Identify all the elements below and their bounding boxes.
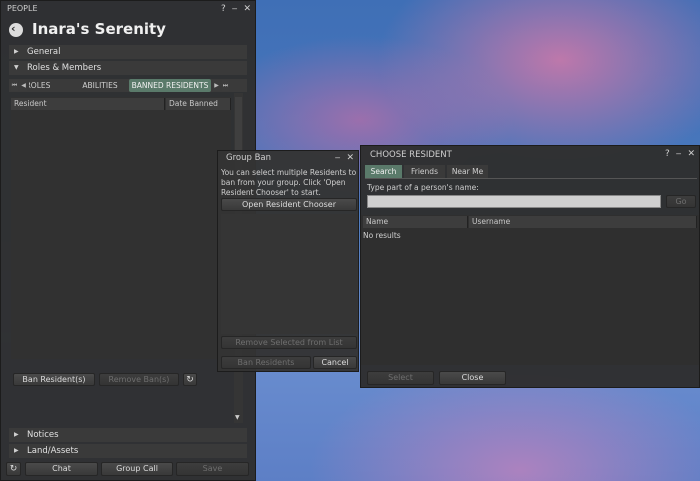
open-resident-chooser-button[interactable]: Open Resident Chooser xyxy=(221,198,357,211)
open-resident-chooser-label: Open Resident Chooser xyxy=(242,200,336,209)
tab-roles-label: ROLES xyxy=(29,81,51,90)
save-button-label: Save xyxy=(202,464,223,473)
collapse-icon: ▼ xyxy=(14,64,19,71)
name-search-input[interactable] xyxy=(367,195,661,208)
refresh-icon: ↻ xyxy=(186,375,194,385)
ban-residents-button-label: Ban Resident(s) xyxy=(22,375,86,384)
close-button-label: Close xyxy=(461,373,484,382)
remove-selected-label: Remove Selected from List xyxy=(235,338,343,347)
group-call-button[interactable]: Group Call xyxy=(101,462,173,476)
group-name: Inara's Serenity xyxy=(32,20,166,38)
tab-scroll-last-icon[interactable]: ⏭ xyxy=(222,80,229,91)
tab-strip: ⏮ ◀ ROLES ABILITIES BANNED RESIDENTS ▶ ⏭ xyxy=(9,79,247,92)
tab-friends-label: Friends xyxy=(411,167,438,176)
section-land-assets[interactable]: ▶ Land/Assets xyxy=(9,444,247,458)
column-date-banned-label: Date Banned xyxy=(169,99,218,108)
column-date-banned[interactable]: Date Banned xyxy=(166,98,231,110)
footer-refresh-button[interactable]: ↻ xyxy=(6,462,21,476)
column-username-label: Username xyxy=(472,217,511,226)
group-ban-titlebar: Group Ban ‒ ✕ xyxy=(218,151,358,165)
help-icon[interactable]: ? xyxy=(221,4,226,14)
cancel-button[interactable]: Cancel xyxy=(313,356,357,369)
tab-roles[interactable]: ROLES xyxy=(29,79,53,92)
tab-scroll-first-icon[interactable]: ⏮ xyxy=(11,80,18,91)
column-name[interactable]: Name xyxy=(363,216,468,228)
group-ban-description: You can select multiple Residents to ban… xyxy=(221,168,357,197)
tab-banned-residents-label: BANNED RESIDENTS xyxy=(131,81,209,90)
remove-bans-button[interactable]: Remove Ban(s) xyxy=(99,373,179,386)
close-icon[interactable]: ✕ xyxy=(687,149,695,159)
ban-residents-confirm-label: Ban Residents xyxy=(237,358,295,367)
tab-abilities[interactable]: ABILITIES xyxy=(77,79,123,92)
tab-search[interactable]: Search xyxy=(365,165,402,178)
no-results-text: No results xyxy=(363,231,401,240)
search-prompt: Type part of a person's name: xyxy=(367,183,479,192)
resident-tab-strip: Search Friends Near Me xyxy=(365,165,697,179)
tab-friends[interactable]: Friends xyxy=(404,165,445,178)
expand-icon: ▶ xyxy=(14,431,19,438)
section-notices[interactable]: ▶ Notices xyxy=(9,428,247,442)
tab-scroll-next-icon[interactable]: ▶ xyxy=(213,80,220,91)
expand-icon: ▶ xyxy=(14,48,19,55)
section-notices-label: Notices xyxy=(27,430,59,440)
minimize-icon[interactable]: ‒ xyxy=(335,153,341,163)
select-button-label: Select xyxy=(388,373,413,382)
people-window-title: PEOPLE xyxy=(7,4,38,13)
back-button[interactable]: ‹ xyxy=(9,22,23,37)
choose-resident-title: CHOOSE RESIDENT xyxy=(370,150,452,160)
back-arrow-icon: ‹ xyxy=(11,22,16,35)
section-roles-members[interactable]: ▼ Roles & Members xyxy=(9,61,247,75)
ban-candidates-list[interactable] xyxy=(221,214,357,334)
title-controls: ‒ ✕ xyxy=(329,151,354,165)
tab-abilities-label: ABILITIES xyxy=(82,81,118,90)
title-controls: ? ‒ ✕ xyxy=(215,1,251,17)
people-titlebar: PEOPLE ? ‒ ✕ xyxy=(1,1,255,17)
tab-search-label: Search xyxy=(370,167,397,176)
group-ban-title: Group Ban xyxy=(226,153,272,163)
scroll-down-icon[interactable]: ▼ xyxy=(235,414,240,421)
chat-button[interactable]: Chat xyxy=(25,462,98,476)
remove-selected-button[interactable]: Remove Selected from List xyxy=(221,336,357,349)
ban-residents-button[interactable]: Ban Resident(s) xyxy=(13,373,95,386)
expand-icon: ▶ xyxy=(14,447,19,454)
tab-near-me-label: Near Me xyxy=(451,167,484,176)
section-general-label: General xyxy=(27,47,61,57)
help-icon[interactable]: ? xyxy=(665,149,670,159)
column-resident[interactable]: Resident xyxy=(11,98,165,110)
title-controls: ? ‒ ✕ xyxy=(659,146,695,163)
choose-resident-titlebar: CHOOSE RESIDENT ? ‒ ✕ xyxy=(361,146,699,163)
group-ban-dialog: Group Ban ‒ ✕ You can select multiple Res… xyxy=(217,150,359,372)
minimize-icon[interactable]: ‒ xyxy=(676,149,682,159)
cancel-button-label: Cancel xyxy=(321,358,349,367)
close-icon[interactable]: ✕ xyxy=(243,4,251,14)
column-name-label: Name xyxy=(366,217,389,226)
results-list[interactable] xyxy=(361,215,699,365)
refresh-button[interactable]: ↻ xyxy=(183,373,197,386)
remove-bans-button-label: Remove Ban(s) xyxy=(108,375,170,384)
save-button[interactable]: Save xyxy=(176,462,249,476)
column-username[interactable]: Username xyxy=(469,216,697,228)
tab-scroll-prev-icon[interactable]: ◀ xyxy=(20,80,27,91)
tab-banned-residents[interactable]: BANNED RESIDENTS xyxy=(129,79,211,92)
refresh-icon: ↻ xyxy=(9,464,18,474)
minimize-icon[interactable]: ‒ xyxy=(232,4,238,14)
chat-button-label: Chat xyxy=(52,464,71,473)
go-button[interactable]: Go xyxy=(666,195,696,208)
banned-list[interactable] xyxy=(11,97,231,359)
close-icon[interactable]: ✕ xyxy=(346,153,354,163)
ban-residents-confirm-button[interactable]: Ban Residents xyxy=(221,356,311,369)
go-button-label: Go xyxy=(675,197,687,206)
group-call-button-label: Group Call xyxy=(116,464,158,473)
choose-resident-dialog: CHOOSE RESIDENT ? ‒ ✕ Search Friends Near … xyxy=(360,145,700,388)
select-button[interactable]: Select xyxy=(367,371,434,385)
tab-near-me[interactable]: Near Me xyxy=(447,165,488,178)
section-land-assets-label: Land/Assets xyxy=(27,446,79,456)
column-resident-label: Resident xyxy=(14,99,47,108)
section-general[interactable]: ▶ General xyxy=(9,45,247,59)
section-roles-members-label: Roles & Members xyxy=(27,63,102,73)
close-button[interactable]: Close xyxy=(439,371,506,385)
